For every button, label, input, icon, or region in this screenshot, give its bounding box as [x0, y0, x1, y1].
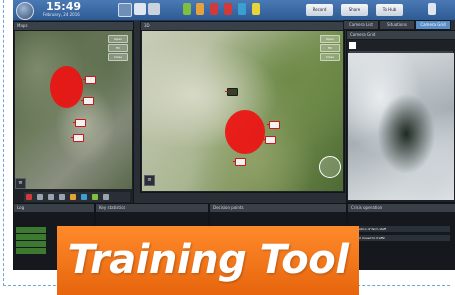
map-open-button[interactable]: Open: [108, 35, 128, 43]
log-row[interactable]: [16, 234, 46, 240]
tool-icon-4[interactable]: [224, 3, 232, 15]
camera-panel: Camera Grid: [346, 30, 455, 203]
map-toolbar: [24, 192, 130, 202]
tab-situations[interactable]: Situations: [379, 20, 415, 30]
3d-map[interactable]: Open Fill Close ≡: [142, 31, 343, 191]
water-icon[interactable]: [81, 194, 87, 200]
tool-icon-2[interactable]: [196, 3, 204, 15]
crisis-operation-panel: Crisis operation Evacuation of farm staf…: [347, 203, 455, 270]
sliders-icon[interactable]: ≡: [144, 175, 155, 186]
log-panel-title: Log: [14, 204, 94, 213]
3d-open-button[interactable]: Open: [320, 35, 340, 43]
vehicle-marker-icon[interactable]: [71, 134, 84, 142]
alert-icon[interactable]: [26, 194, 32, 200]
compass-icon[interactable]: [319, 156, 341, 178]
vehicle-marker-icon[interactable]: [81, 97, 94, 105]
grid-icon[interactable]: [134, 3, 146, 15]
vehicle-icon[interactable]: [37, 194, 43, 200]
3d-close-button[interactable]: Close: [320, 53, 340, 61]
tool-icon-1[interactable]: [183, 3, 191, 15]
area-icon[interactable]: [92, 194, 98, 200]
warning-icon[interactable]: [70, 194, 76, 200]
3d-fill-button[interactable]: Fill: [320, 44, 340, 52]
camera-panel-title: Camera Grid: [347, 31, 455, 40]
3d-panel: 3D Open Fill Close ≡: [140, 21, 345, 193]
danger-zone[interactable]: [50, 66, 83, 108]
layout-icon[interactable]: [118, 3, 132, 17]
vehicle-marker-icon[interactable]: [263, 136, 276, 144]
share-button[interactable]: Share: [341, 4, 368, 16]
top-bar: 15:49 February, 24 2016 Record Share To …: [13, 0, 455, 21]
log-row[interactable]: [16, 241, 46, 247]
app-logo-icon: [16, 2, 34, 20]
stop-icon[interactable]: [148, 3, 160, 15]
camera-feed[interactable]: [348, 53, 454, 200]
vehicle-marker-icon[interactable]: [73, 119, 86, 127]
truck-icon[interactable]: [48, 194, 54, 200]
record-button[interactable]: Record: [306, 4, 333, 16]
crisis-operation-title: Crisis operation: [348, 204, 455, 213]
tool-icon-6[interactable]: [252, 3, 260, 15]
key-statistics-title: Key statistics: [96, 204, 208, 213]
crisis-item[interactable]: Control closed to traffic: [350, 235, 450, 241]
log-row[interactable]: [16, 227, 46, 233]
camera-icon[interactable]: [103, 194, 109, 200]
crisis-item[interactable]: Evacuation of farm staff: [350, 226, 450, 232]
satellite-map[interactable]: Open Fill Close: [15, 31, 132, 189]
to-hub-button[interactable]: To Hub: [376, 4, 403, 16]
tool-icon-5[interactable]: [238, 3, 246, 15]
banner-text: Training Tool: [67, 237, 349, 283]
clock-date: February, 24 2016: [43, 12, 80, 17]
vehicle-marker-icon[interactable]: [83, 76, 96, 84]
user-icon[interactable]: [428, 3, 436, 15]
danger-zone-3d[interactable]: [225, 110, 265, 154]
camera-add-icon[interactable]: [349, 42, 356, 49]
3d-panel-title: 3D: [141, 22, 344, 31]
car-icon[interactable]: [59, 194, 65, 200]
map-fill-button[interactable]: Fill: [108, 44, 128, 52]
decision-points-title: Decision points: [210, 204, 346, 213]
maps-panel: Maps Open Fill Close ≡: [13, 21, 134, 205]
map-close-button[interactable]: Close: [108, 53, 128, 61]
vehicle-marker-icon[interactable]: [233, 158, 246, 166]
tab-camera-grid[interactable]: Camera Grid: [415, 20, 451, 30]
crisis-list: Evacuation of farm staff Control closed …: [348, 213, 455, 270]
maps-panel-title: Maps: [14, 22, 133, 31]
training-tool-banner: Training Tool: [57, 226, 359, 295]
sliders-icon[interactable]: ≡: [15, 178, 26, 189]
tab-camera-list[interactable]: Camera List: [343, 20, 379, 30]
tool-icon-3[interactable]: [210, 3, 218, 15]
vehicle-marker-icon[interactable]: [267, 121, 280, 129]
log-row[interactable]: [16, 248, 46, 254]
helicopter-icon[interactable]: [225, 88, 238, 96]
